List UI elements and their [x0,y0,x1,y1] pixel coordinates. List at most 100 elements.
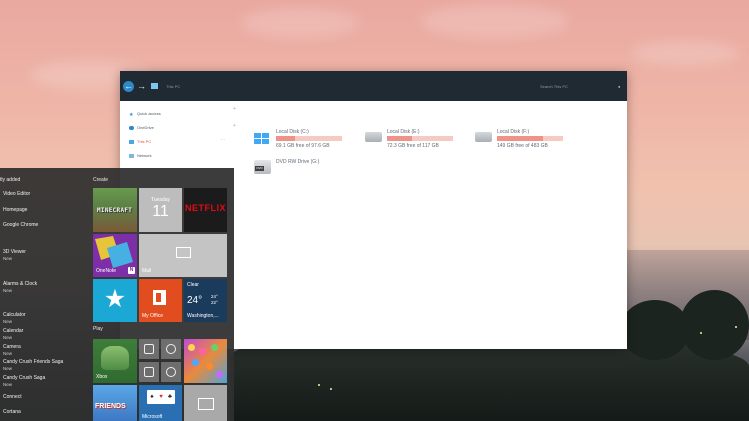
app-item-3d-viewer[interactable]: 3D Viewer [3,249,26,255]
tile-xbox[interactable]: Xbox [93,339,137,383]
xbox-character-icon [101,346,129,370]
tile-label: Mail [142,268,152,274]
tile-label: Microsoft [142,414,163,420]
drive-usage-bar [387,136,453,141]
sidebar-item-quick-access[interactable]: ★ Quick access [129,111,161,118]
cloud [240,8,360,38]
app-item-camera[interactable]: Camera [3,344,21,350]
cloud [630,40,740,66]
tile-label: OneNote [96,268,117,274]
weather-city: Washington,... [187,313,219,319]
cloud [420,4,570,38]
new-badge: New [3,351,13,356]
candy-icon [192,359,199,366]
tile-minecraft[interactable]: MINECRAFT [93,188,137,232]
light [735,326,737,328]
new-badge: New [3,382,13,387]
tile-mail[interactable]: Mail [139,234,227,277]
network-icon [129,153,134,158]
new-badge: New [3,335,13,340]
app-item-google-chrome[interactable]: Google Chrome [3,222,38,228]
tile-featured-app[interactable]: ★ [93,279,137,322]
tile-candy-crush[interactable] [184,339,227,383]
search-input[interactable]: Search This PC [540,84,568,89]
new-badge: New [3,256,13,261]
pin-icon[interactable]: + [233,123,236,129]
drive-usage-fill [387,136,413,141]
tree [680,290,749,360]
breadcrumb[interactable]: This PC [166,84,180,89]
app-item-candy-crush[interactable]: Candy Crush Saga [3,375,45,381]
explorer-titlebar[interactable]: ← → This PC Search This PC ● [120,71,627,101]
tile-calendar[interactable]: Tuesday 11 [139,188,182,232]
sidebar-item-onedrive[interactable]: OneDrive [129,125,154,130]
back-icon[interactable]: ← [123,81,134,92]
sidebar-item-label: This PC [137,139,152,144]
tile-solitaire[interactable]: ♠ ♥ ♣ Microsoft [139,385,182,421]
new-badge: New [3,288,13,293]
hard-drive-icon [365,132,382,142]
window-controls-icon[interactable]: ● [618,84,620,89]
music-icon [166,344,176,354]
hard-drive-icon [475,132,492,142]
new-badge: New [3,366,13,371]
tile-group-play: Play [93,326,103,332]
star-icon: ★ [103,285,127,313]
calculator-icon [144,367,154,377]
app-list: tly added Video Editor Homepage Google C… [0,168,88,421]
drive-name: Local Disk (C:) [276,129,309,135]
tile-candy-crush-friends[interactable]: FRIENDS [93,385,137,421]
app-item-cortana[interactable]: Cortana [3,409,21,415]
drive-usage-bar [276,136,342,141]
computer-icon [151,83,158,89]
sidebar-item-label: Network [137,153,152,158]
sidebar-item-label: Quick access [137,111,161,116]
weather-high: 24° [211,294,218,299]
sidebar-item-this-pc[interactable]: This PC [129,139,151,144]
start-menu[interactable]: tly added Video Editor Homepage Google C… [0,168,234,421]
more-icon[interactable]: ··· [220,137,225,143]
app-item-calculator[interactable]: Calculator [3,312,26,318]
tile-calculator[interactable] [139,362,159,382]
candy-icon [206,363,213,370]
app-item-alarms-clock[interactable]: Alarms & Clock [3,281,37,287]
star-icon: ★ [129,111,134,118]
pin-icon[interactable]: + [233,106,236,112]
tile-movies[interactable] [139,339,159,359]
app-item-candy-crush-friends[interactable]: Candy Crush Friends Saga [3,359,63,365]
new-badge: New [3,319,13,324]
forward-icon[interactable]: → [136,81,147,92]
drive-free-space: 72.3 GB free of 117 GB [387,143,439,149]
computer-icon [129,139,134,144]
app-item-video-editor[interactable]: Video Editor [3,191,30,197]
app-item-homepage[interactable]: Homepage [3,207,27,213]
card-icon: ♣ [165,390,175,404]
tile-camera[interactable] [161,362,181,382]
tile-onenote[interactable]: OneNote N [93,234,137,277]
app-item-connect[interactable]: Connect [3,394,22,400]
candy-icon [199,348,206,355]
weather-low: 22° [211,300,218,305]
tile-groove[interactable] [161,339,181,359]
tile-group-create: Create [93,177,109,183]
app-item-calendar[interactable]: Calendar [3,328,23,334]
calendar-date: 11 [152,203,169,220]
tile-weather[interactable]: Clear 24° 24° 22° Washington,... [184,279,227,322]
windows-drive-icon [254,132,271,144]
drive-name: Local Disk (F:) [497,129,530,135]
candy-icon [188,344,195,351]
photo-icon [198,398,214,410]
cloud-icon [129,125,134,130]
minecraft-logo: MINECRAFT [97,207,133,214]
drive-free-space: 69.1 GB free of 97.6 GB [276,143,330,149]
weather-temperature: 24° [187,295,203,306]
dvd-drive-icon: DVD [254,160,271,174]
light [700,332,702,334]
sidebar-item-network[interactable]: Network [129,153,152,158]
onenote-icon: N [128,267,135,274]
drive-free-space: 149 GB free of 483 GB [497,143,548,149]
tile-my-office[interactable]: My Office [139,279,182,322]
dvd-label: DVD [255,166,264,171]
tile-photos[interactable] [184,385,227,421]
tile-netflix[interactable]: NETFLIX [184,188,227,232]
